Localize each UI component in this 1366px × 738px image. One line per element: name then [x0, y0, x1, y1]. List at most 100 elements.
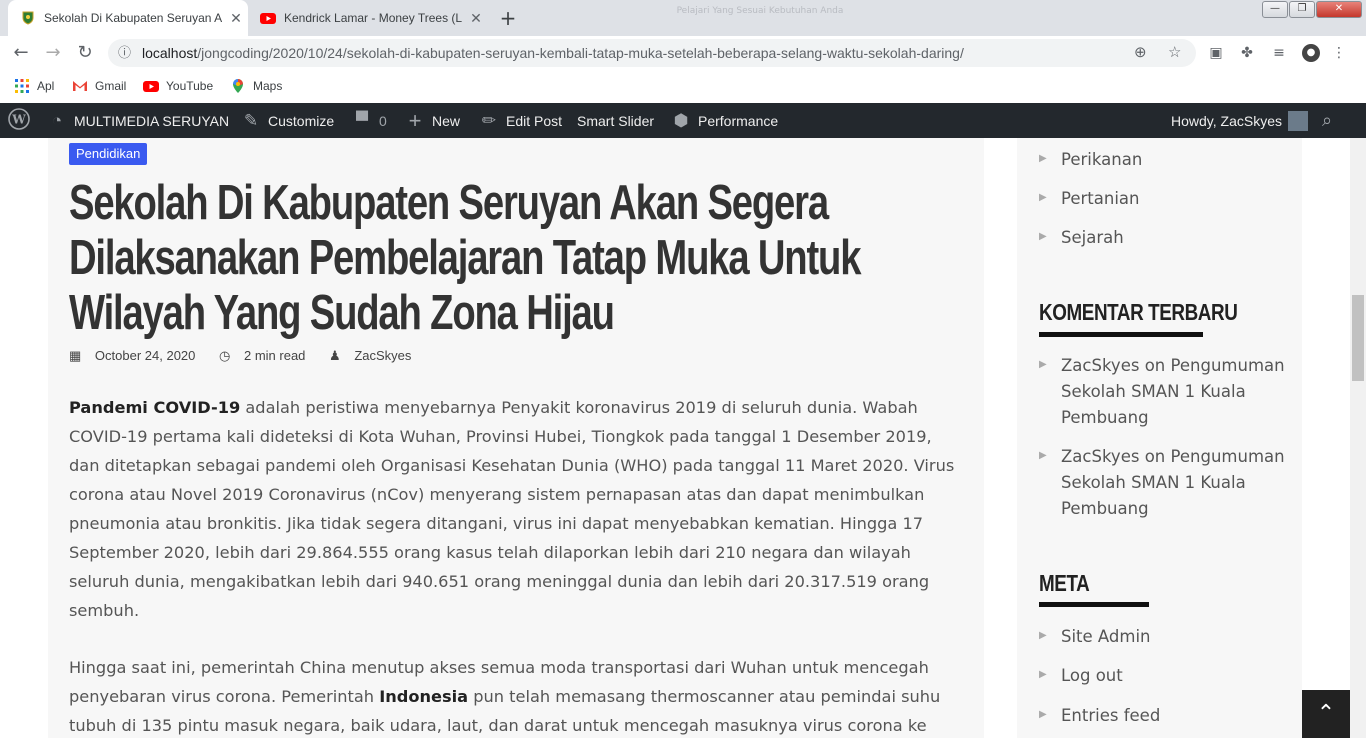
performance-button[interactable]: ⬢ Performance: [671, 103, 779, 138]
calendar-icon: ▦: [69, 348, 82, 363]
p2-bold: Indonesia: [379, 687, 469, 706]
profile-avatar[interactable]: ●: [1302, 44, 1320, 62]
tab-close-icon[interactable]: ✕: [228, 10, 244, 27]
forward-button[interactable]: →: [40, 40, 66, 66]
comment-author[interactable]: ZacSkyes: [1061, 447, 1139, 466]
smart-slider-button[interactable]: Smart Slider: [577, 103, 654, 138]
comment-bubble-icon: ▀: [355, 110, 369, 130]
youtube-icon: [143, 78, 159, 94]
meta-link[interactable]: Site Admin: [1061, 624, 1291, 650]
comment-author[interactable]: ZacSkyes: [1061, 356, 1139, 375]
page-viewport: Pendidikan Sekolah Di Kabupaten Seruyan …: [0, 138, 1350, 738]
new-content-button[interactable]: + New: [405, 103, 460, 138]
meta-link[interactable]: Log out: [1061, 663, 1291, 689]
tab-close-icon[interactable]: ✕: [468, 10, 484, 27]
site-info-icon[interactable]: ⓘ: [118, 39, 134, 67]
category-link[interactable]: Perikanan: [1061, 147, 1291, 173]
category-link[interactable]: Sejarah: [1061, 225, 1291, 251]
bookmarks-bar: Apl Gmail YouTube Maps: [0, 70, 1366, 103]
customize-button[interactable]: ✎ Customize: [241, 103, 334, 138]
user-icon: ♟: [329, 348, 341, 363]
minimize-button[interactable]: —: [1262, 1, 1288, 18]
site-name-button[interactable]: ◔ MULTIMEDIA SERUYAN: [47, 103, 229, 138]
chevron-right-icon: ▶: [1039, 192, 1047, 203]
tab-active[interactable]: Sekolah Di Kabupaten Seruyan A ✕: [8, 0, 248, 36]
comments-button[interactable]: ▀ 0: [352, 103, 387, 138]
extension-chat-icon[interactable]: ▣: [1207, 44, 1225, 62]
maps-pin-icon: [230, 78, 246, 94]
svg-text:W: W: [11, 113, 26, 127]
post-meta: ▦ October 24, 2020 ◷ 2 min read ♟ ZacSky…: [69, 348, 431, 364]
gmail-icon: [72, 78, 88, 94]
wordpress-logo-button[interactable]: W: [8, 103, 30, 138]
sidebar: ▶ Perikanan ▶ Pertanian ▶ Sejarah KOMENT…: [1017, 138, 1302, 738]
apps-grid-icon: [14, 78, 30, 94]
window-close-button[interactable]: ✕: [1316, 1, 1362, 18]
menu-kebab-icon[interactable]: ⋮: [1330, 44, 1348, 62]
p1-bold: Pandemi COVID-19: [69, 398, 241, 417]
admin-search-button[interactable]: ⌕: [1322, 103, 1332, 138]
category-badge[interactable]: Pendidikan: [69, 143, 148, 165]
paragraph-2: Hingga saat ini, pemerintah China menutu…: [69, 653, 959, 738]
address-bar[interactable]: ⓘ localhost/jongcoding/2020/10/24/sekola…: [108, 39, 1196, 67]
chevron-right-icon: ▶: [1039, 669, 1047, 680]
page-scrollbar[interactable]: [1350, 138, 1366, 738]
tab-strip: Sekolah Di Kabupaten Seruyan A ✕ Kendric…: [0, 0, 1366, 36]
back-button[interactable]: ←: [8, 40, 34, 66]
read-time-text: 2 min read: [243, 348, 306, 363]
edit-post-button[interactable]: ✏ Edit Post: [479, 103, 562, 138]
wordpress-logo-icon: W: [8, 108, 30, 133]
edit-post-label: Edit Post: [506, 112, 563, 129]
tab-youtube[interactable]: Kendrick Lamar - Money Trees (L ✕: [248, 0, 488, 36]
bookmark-youtube[interactable]: YouTube: [143, 76, 213, 96]
user-avatar: [1288, 110, 1308, 131]
article-card: Pendidikan Sekolah Di Kabupaten Seruyan …: [48, 138, 984, 738]
window-title: Pelajari Yang Sesuai Kebutuhan Anda: [676, 6, 844, 16]
tab-title: Kendrick Lamar - Money Trees (L: [284, 11, 462, 25]
bookmark-apps[interactable]: Apl: [14, 76, 54, 96]
chevron-right-icon: ▶: [1039, 709, 1047, 720]
comment-on: on: [1144, 356, 1166, 375]
my-account-button[interactable]: Howdy, ZacSkyes: [1171, 103, 1308, 138]
search-icon: ⌕: [1322, 110, 1333, 130]
plus-icon: +: [408, 107, 422, 133]
post-title: Sekolah Di Kabupaten Seruyan Akan Segera…: [69, 176, 861, 340]
site-name-label: MULTIMEDIA SERUYAN: [74, 112, 230, 129]
meta-link[interactable]: Entries feed: [1061, 703, 1291, 729]
paintbrush-icon: ✎: [243, 110, 259, 130]
zoom-icon[interactable]: ⊕: [1134, 39, 1147, 67]
category-link[interactable]: Pertanian: [1061, 186, 1291, 212]
p1-text: adalah peristiwa menyebarnya Penyakit ko…: [69, 398, 955, 620]
clock-icon: ◷: [219, 348, 231, 363]
post-body: Pandemi COVID-19 adalah peristiwa menyeb…: [69, 393, 959, 738]
maximize-button[interactable]: ❐: [1289, 1, 1315, 18]
browser-toolbar: ← → ↻ ⓘ localhost/jongcoding/2020/10/24/…: [0, 36, 1366, 70]
post-date[interactable]: ▦ October 24, 2020: [69, 348, 205, 363]
extensions-puzzle-icon[interactable]: ✤: [1238, 44, 1256, 62]
post-author[interactable]: ♟ ZacSkyes: [329, 348, 421, 363]
bookmark-star-icon[interactable]: ☆: [1168, 39, 1181, 67]
chevron-right-icon: ▶: [1039, 231, 1047, 242]
bookmark-gmail[interactable]: Gmail: [72, 76, 126, 96]
new-tab-button[interactable]: +: [494, 5, 522, 31]
chevron-right-icon: ▶: [1039, 359, 1047, 370]
chevron-right-icon: ▶: [1039, 630, 1047, 641]
school-crest-icon: [20, 10, 36, 26]
performance-label: Performance: [698, 112, 779, 129]
media-control-icon[interactable]: ≡: [1270, 44, 1288, 62]
customize-label: Customize: [268, 112, 335, 129]
chevron-right-icon: ▶: [1039, 153, 1047, 164]
bookmark-label: Apl: [37, 79, 55, 93]
bookmark-maps[interactable]: Maps: [230, 76, 282, 96]
post-date-text: October 24, 2020: [94, 348, 196, 363]
new-label: New: [432, 112, 461, 129]
reload-button[interactable]: ↻: [72, 40, 98, 66]
scrollbar-thumb[interactable]: [1352, 295, 1364, 381]
paragraph-1: Pandemi COVID-19 adalah peristiwa menyeb…: [69, 393, 959, 625]
heading-underline: [1039, 602, 1149, 607]
howdy-label: Howdy, ZacSkyes: [1171, 112, 1282, 129]
wp-admin-bar: W ◔ MULTIMEDIA SERUYAN ✎ Customize ▀ 0 +…: [0, 103, 1366, 138]
back-to-top-button[interactable]: ⌃: [1302, 690, 1350, 738]
bookmark-label: YouTube: [166, 79, 214, 93]
bookmark-label: Maps: [253, 79, 283, 93]
